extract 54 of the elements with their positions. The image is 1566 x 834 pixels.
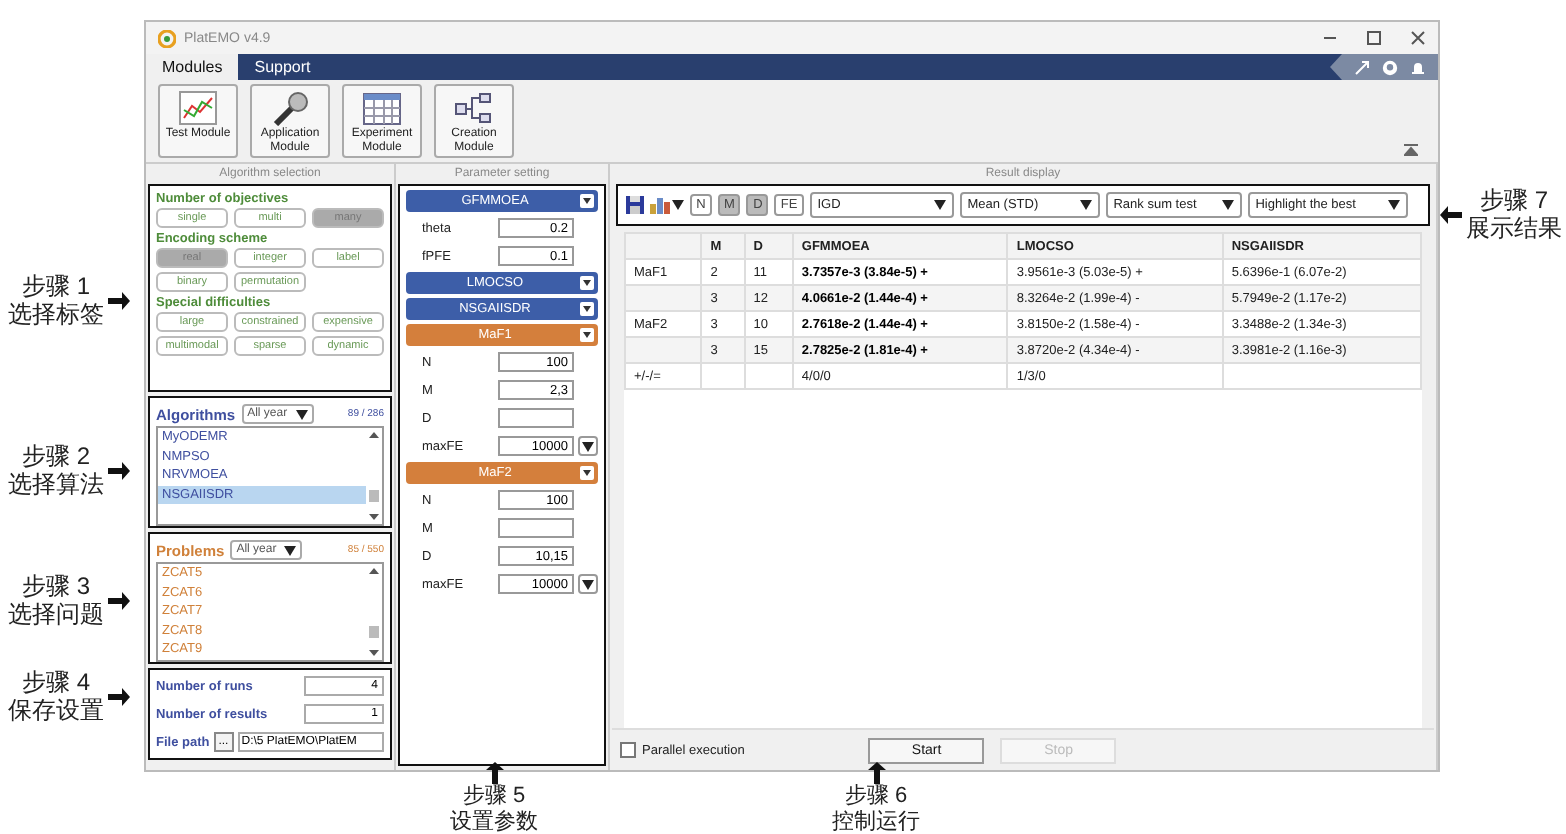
bar-chart-icon: [650, 196, 670, 214]
expand-icon[interactable]: [1354, 59, 1370, 75]
table-icon: [362, 90, 402, 126]
step-caption: 展示结果: [1466, 214, 1562, 242]
step-caption: 保存设置: [8, 696, 104, 724]
app-logo-icon: [158, 29, 176, 47]
step-label: 步骤 4: [21, 668, 90, 696]
caret-icon: [1221, 200, 1234, 210]
flowchart-icon: [454, 90, 494, 126]
arrow-icon: [867, 762, 885, 784]
step-caption: 设置参数: [450, 810, 538, 834]
line-chart-icon: [178, 90, 218, 126]
arrow-icon: [108, 461, 130, 479]
step-label: 步骤 1: [21, 272, 90, 300]
chart-menu-button[interactable]: [650, 196, 684, 214]
bell-icon[interactable]: [1410, 59, 1426, 75]
step-caption: 选择算法: [8, 470, 104, 498]
maximize-icon[interactable]: [1366, 30, 1382, 46]
dropdown-button[interactable]: [578, 574, 598, 594]
step-label: 步骤 6: [844, 784, 908, 810]
arrow-icon: [108, 291, 130, 309]
caret-icon: [672, 200, 684, 210]
step-label: 步骤 5: [462, 784, 526, 810]
step-caption: 选择问题: [8, 600, 104, 628]
scrollbar-icon: [368, 566, 380, 658]
save-icon[interactable]: [626, 196, 644, 214]
caret-icon: [580, 466, 594, 480]
menu-tab[interactable]: Modules: [146, 54, 239, 80]
caret-icon: [580, 276, 594, 290]
close-icon[interactable]: [1410, 30, 1426, 46]
caret-icon: [580, 194, 594, 208]
step-label: 步骤 3: [21, 572, 90, 600]
caret-icon: [582, 579, 594, 589]
collapse-icon[interactable]: [1404, 144, 1418, 156]
scrollbar-icon: [368, 430, 380, 522]
caret-icon: [582, 441, 594, 451]
arrow-icon: [108, 591, 130, 609]
caret-icon: [580, 302, 594, 316]
caret-icon: [580, 328, 594, 342]
arrow-icon: [1440, 205, 1462, 223]
menu-tab[interactable]: Support: [238, 54, 327, 80]
step-caption: 控制运行: [832, 810, 920, 834]
parameter-field[interactable]: [498, 518, 574, 538]
caret-icon: [295, 409, 308, 419]
caret-icon: [284, 545, 297, 555]
dropdown-button[interactable]: [578, 436, 598, 456]
parameter-field[interactable]: [498, 408, 574, 428]
step-label: 步骤 2: [21, 442, 90, 470]
caret-icon: [1387, 200, 1400, 210]
arrow-icon: [108, 687, 130, 705]
caret-icon: [933, 200, 946, 210]
step-label: 步骤 7: [1479, 186, 1548, 214]
step-caption: 选择标签: [8, 300, 104, 328]
caret-icon: [1079, 200, 1092, 210]
